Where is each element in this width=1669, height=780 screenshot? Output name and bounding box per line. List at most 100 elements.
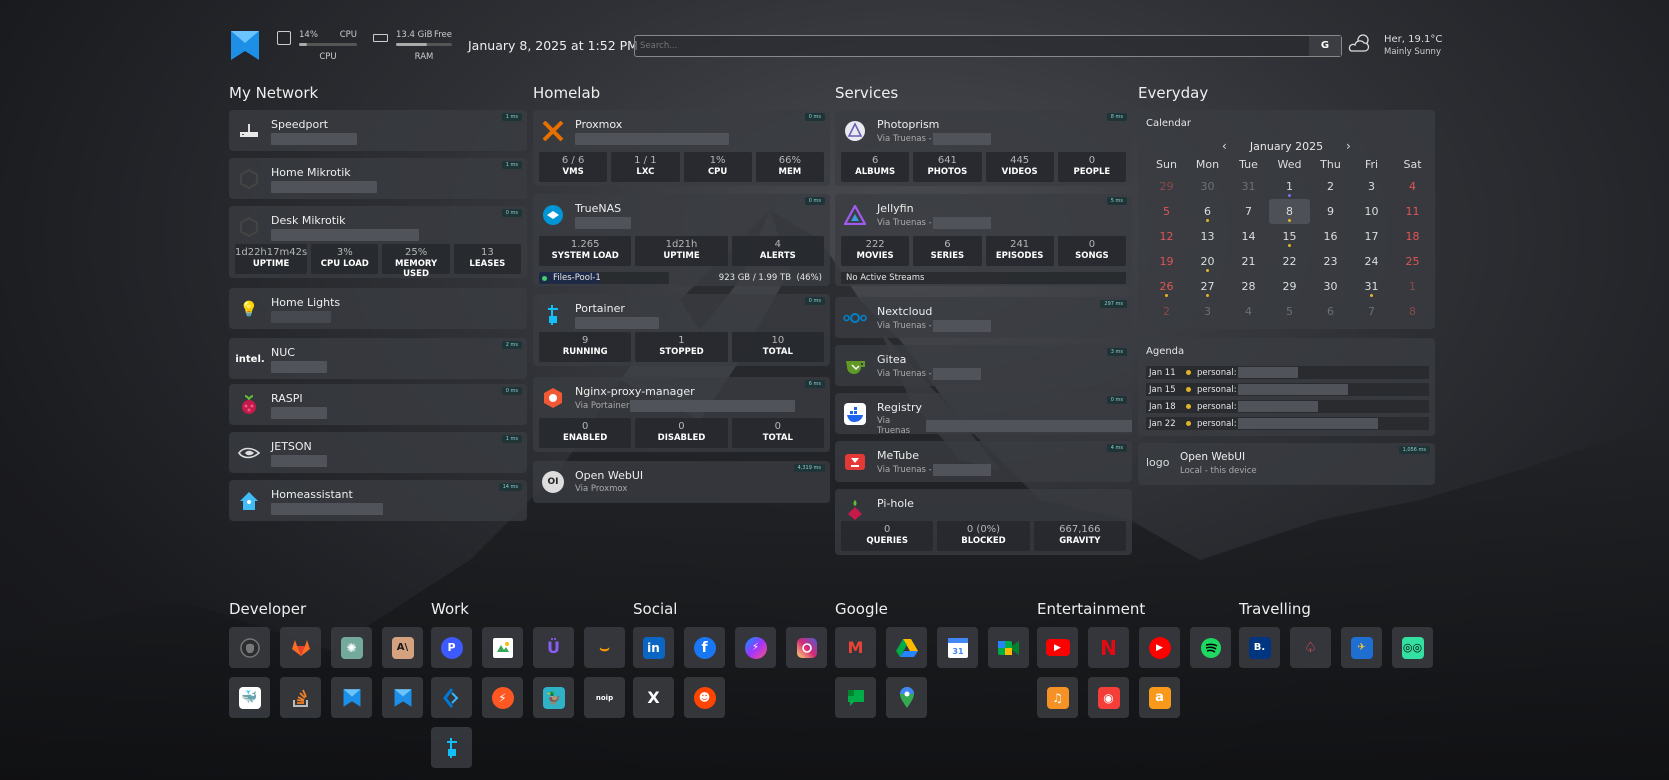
bookmark-youtube-music[interactable]: ▶ xyxy=(1139,627,1180,668)
app-logo[interactable] xyxy=(229,29,261,62)
calendar-day[interactable]: 22 xyxy=(1269,249,1310,274)
agenda-item[interactable]: Jan 15 personal: xyxy=(1146,383,1429,396)
bookmark-netflix[interactable]: N xyxy=(1088,627,1129,668)
bookmark-amazon[interactable]: ⌣ xyxy=(584,627,625,668)
bookmark-duck[interactable]: 🦆 xyxy=(533,677,574,718)
calendar-day[interactable]: 12 xyxy=(1146,224,1187,249)
bookmark-calendar[interactable]: 31 xyxy=(937,627,978,668)
calendar-day[interactable]: 29 xyxy=(1269,274,1310,299)
calendar-day[interactable]: 2 xyxy=(1146,299,1187,324)
bookmark-instagram[interactable] xyxy=(786,627,827,668)
calendar-day[interactable]: 8 xyxy=(1392,299,1433,324)
bookmark-docker[interactable]: 🐳 xyxy=(229,677,270,718)
bookmark-gmail[interactable]: M xyxy=(835,627,876,668)
calendar-day[interactable]: 23 xyxy=(1310,249,1351,274)
agenda-item[interactable]: Jan 11 personal: xyxy=(1146,366,1429,379)
calendar-day[interactable]: 17 xyxy=(1351,224,1392,249)
calendar-day[interactable]: 13 xyxy=(1187,224,1228,249)
service-card-raspi[interactable]: RASPI 0 ms xyxy=(229,384,527,425)
service-card-registry[interactable]: Registry Via Truenas 0 ms xyxy=(835,393,1132,436)
calendar-day[interactable]: 7 xyxy=(1351,299,1392,324)
service-card-open-webui[interactable]: OI Open WebUI Via Proxmox 4,319 ms xyxy=(533,461,830,503)
bookmark-github[interactable] xyxy=(229,627,270,668)
calendar-day[interactable]: 26 xyxy=(1146,274,1187,299)
bookmark-reddit[interactable]: ☻ xyxy=(684,677,725,718)
service-card-portainer[interactable]: Portainer 0 ms 9 RUNNING 1 STOPPED 10 TOTAL xyxy=(533,294,830,366)
bookmark-proton[interactable]: P xyxy=(431,627,472,668)
service-card-homeassistant[interactable]: Homeassistant 14 ms xyxy=(229,480,527,521)
service-card-local-open-webui[interactable]: logo Open WebUI Local - this device 1,05… xyxy=(1138,443,1435,485)
bookmark-spotify[interactable] xyxy=(1190,627,1231,668)
calendar-day[interactable]: 11 xyxy=(1392,199,1433,224)
bookmark-drive[interactable] xyxy=(886,627,927,668)
service-card-jellyfin[interactable]: Jellyfin Via Truenas - 5 ms 222 MOVIES 6S… xyxy=(835,194,1132,286)
calendar-day[interactable]: 4 xyxy=(1228,299,1269,324)
calendar-day[interactable]: 31 xyxy=(1228,174,1269,199)
service-card-nginx-proxy-manager[interactable]: Nginx-proxy-manager Via Portainer 6 ms 0… xyxy=(533,377,830,452)
service-card-jetson[interactable]: JETSON 1 ms xyxy=(229,432,527,473)
agenda-item[interactable]: Jan 18 personal: xyxy=(1146,400,1429,413)
service-card-metube[interactable]: MeTube Via Truenas - 4 ms xyxy=(835,441,1132,482)
service-card-nuc[interactable]: intel. NUC 2 ms xyxy=(229,338,527,379)
service-card-home-lights[interactable]: 💡 Home Lights xyxy=(229,288,527,329)
calendar-day[interactable]: 30 xyxy=(1310,274,1351,299)
calendar-day[interactable]: 1 xyxy=(1269,174,1310,199)
calendar-day[interactable]: 21 xyxy=(1228,249,1269,274)
service-card-desk-mikrotik[interactable]: Desk Mikrotik 0 ms 1d22h17m42s UPTIME 3% C… xyxy=(229,206,527,279)
service-card-nextcloud[interactable]: Nextcloud Via Truenas - 297 ms xyxy=(835,297,1132,338)
bookmark-meet[interactable] xyxy=(988,627,1029,668)
calendar-day[interactable]: 7 xyxy=(1228,199,1269,224)
calendar-day[interactable]: 15 xyxy=(1269,224,1310,249)
bookmark-maps[interactable] xyxy=(886,677,927,718)
calendar-day[interactable]: 3 xyxy=(1351,174,1392,199)
calendar-day[interactable]: 14 xyxy=(1228,224,1269,249)
calendar-day[interactable]: 19 xyxy=(1146,249,1187,274)
calendar-day[interactable]: 3 xyxy=(1187,299,1228,324)
bookmark-homepage-alt[interactable] xyxy=(382,677,423,718)
service-card-truenas[interactable]: TrueNAS 0 ms 1.265 SYSTEM LOAD 1d21h UPTIM… xyxy=(533,194,830,286)
calendar-day[interactable]: 4 xyxy=(1392,174,1433,199)
service-card-speedport[interactable]: Speedport 1 ms xyxy=(229,110,527,151)
bookmark-gitlab[interactable] xyxy=(280,627,321,668)
calendar-day[interactable]: 25 xyxy=(1392,249,1433,274)
calendar-day[interactable]: 20 xyxy=(1187,249,1228,274)
service-card-gitea[interactable]: Gitea Via Truenas - 3 ms xyxy=(835,345,1132,386)
calendar-day[interactable]: 2 xyxy=(1310,174,1351,199)
bookmark-youtube[interactable]: ▶ xyxy=(1037,627,1078,668)
bookmark-chatgpt[interactable]: ✺ xyxy=(331,627,372,668)
bookmark-google-meet[interactable] xyxy=(482,627,523,668)
bookmark-booking[interactable]: B. xyxy=(1239,627,1280,668)
calendar-day[interactable]: 10 xyxy=(1351,199,1392,224)
bookmark-chat[interactable] xyxy=(835,677,876,718)
calendar-day[interactable]: 18 xyxy=(1392,224,1433,249)
calendar-day[interactable]: 24 xyxy=(1351,249,1392,274)
bookmark-facebook[interactable]: f xyxy=(684,627,725,668)
bookmark-pocketcasts[interactable]: ◉ xyxy=(1088,677,1129,718)
bookmark-x[interactable]: X xyxy=(633,677,674,718)
search-input[interactable] xyxy=(640,38,1280,54)
search-bar[interactable]: G xyxy=(634,35,1342,57)
calendar-next-button[interactable]: › xyxy=(1346,139,1351,153)
calendar-day[interactable]: 27 xyxy=(1187,274,1228,299)
bookmark-portainer[interactable] xyxy=(431,727,472,768)
bookmark-messenger[interactable]: ⚡ xyxy=(735,627,776,668)
bookmark-tripadvisor[interactable]: ◎◎ xyxy=(1392,627,1433,668)
bookmark-n8n[interactable]: ⚡ xyxy=(482,677,523,718)
bookmark-expedia[interactable]: ✈ xyxy=(1341,627,1382,668)
calendar-day[interactable]: 6 xyxy=(1187,199,1228,224)
bookmark-azure-devops[interactable] xyxy=(431,677,472,718)
calendar-day[interactable]: 29 xyxy=(1146,174,1187,199)
calendar-day[interactable]: 28 xyxy=(1228,274,1269,299)
search-button[interactable]: G xyxy=(1309,36,1341,56)
bookmark-homepage[interactable] xyxy=(331,677,372,718)
calendar-day[interactable]: 1 xyxy=(1392,274,1433,299)
bookmark-audiobook[interactable]: ♫ xyxy=(1037,677,1078,718)
calendar-day[interactable]: 9 xyxy=(1310,199,1351,224)
bookmark-linkedin[interactable]: in xyxy=(633,627,674,668)
bookmark-noip[interactable]: noip xyxy=(584,677,625,718)
calendar-day[interactable]: 5 xyxy=(1269,299,1310,324)
calendar-day[interactable]: 30 xyxy=(1187,174,1228,199)
calendar-day[interactable]: 5 xyxy=(1146,199,1187,224)
calendar-day[interactable]: 8 xyxy=(1269,199,1310,224)
service-card-photoprism[interactable]: Photoprism Via Truenas - 8 ms 6 ALBUMS 64… xyxy=(835,110,1132,186)
